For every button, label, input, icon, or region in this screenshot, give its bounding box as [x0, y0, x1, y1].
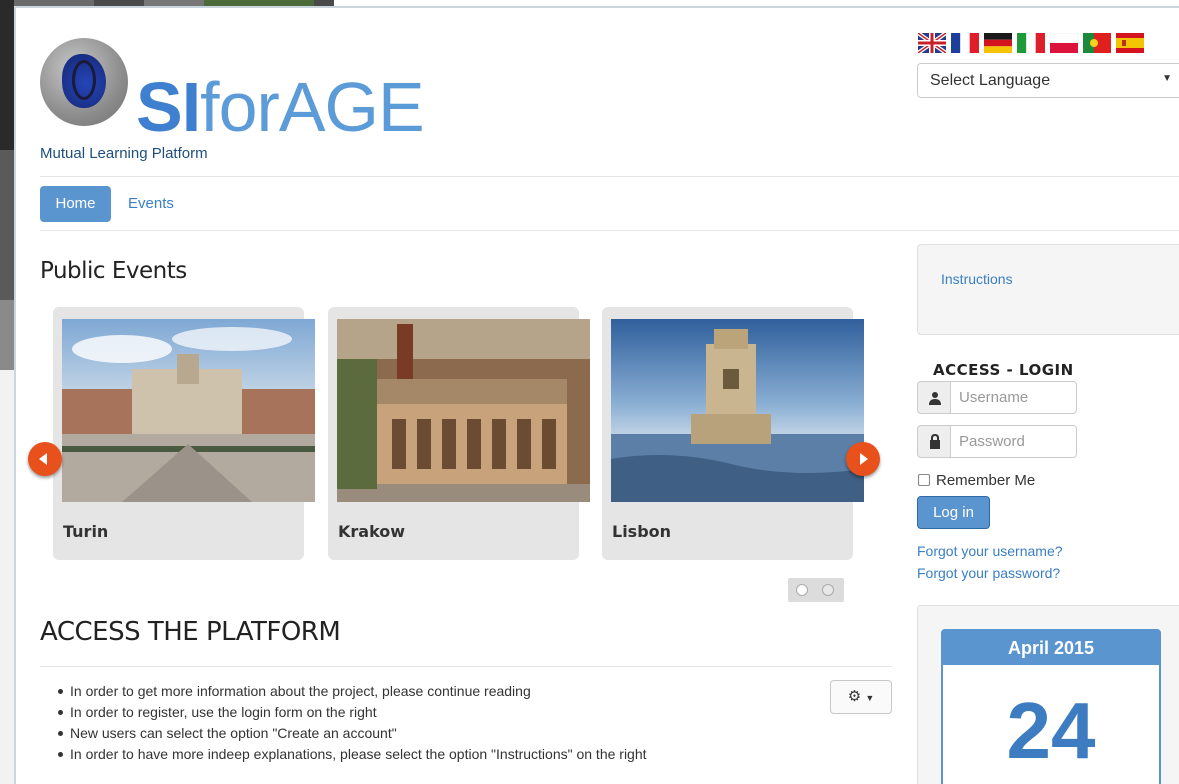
krakow-image[interactable]	[337, 319, 590, 502]
list-item: New users can select the option "Create …	[52, 724, 647, 745]
nav-home[interactable]: Home	[40, 186, 111, 222]
language-select-value: Select Language	[930, 72, 1051, 89]
gear-icon: ⚙	[847, 688, 862, 705]
germany-flag-icon[interactable]	[984, 33, 1012, 53]
background-image-strip	[0, 0, 14, 784]
remember-me[interactable]: Remember Me	[918, 472, 1035, 489]
carousel-pagination	[788, 578, 844, 602]
lock-icon	[917, 425, 951, 458]
portugal-flag-icon[interactable]	[1083, 33, 1111, 53]
calendar-day: 24	[1006, 686, 1096, 775]
site-tagline: Mutual Learning Platform	[40, 145, 208, 162]
nav-events[interactable]: Events	[128, 195, 174, 212]
carousel-next-button[interactable]	[846, 442, 880, 476]
italy-flag-icon[interactable]	[1017, 33, 1045, 53]
site-logo-text[interactable]: SIforAGE	[136, 72, 425, 142]
divider	[40, 176, 1179, 177]
login-button[interactable]: Log in	[917, 496, 990, 529]
site-logo-icon[interactable]	[40, 38, 128, 126]
password-placeholder: Password	[959, 433, 1025, 450]
public-events-title: Public Events	[40, 258, 187, 284]
login-title: ACCESS - LOGIN	[933, 361, 1074, 379]
event-card-caption: Krakow	[338, 522, 406, 541]
uk-flag-icon[interactable]	[918, 33, 946, 53]
poland-flag-icon[interactable]	[1050, 33, 1078, 53]
username-placeholder: Username	[959, 389, 1029, 406]
calendar-widget: April 2015 24	[941, 629, 1161, 784]
carousel-dot[interactable]	[822, 584, 834, 596]
access-platform-title: ACCESS THE PLATFORM	[40, 617, 341, 647]
turin-image[interactable]	[62, 319, 315, 502]
language-select[interactable]: Select Language ▼	[917, 63, 1179, 98]
list-item: In order to have more indeep explanation…	[52, 745, 647, 766]
instructions-panel: Instructions	[917, 244, 1179, 335]
event-card-caption: Turin	[63, 522, 109, 541]
carousel-prev-button[interactable]	[28, 442, 62, 476]
dropdown-arrow-icon: ▼	[1162, 73, 1172, 84]
spain-flag-icon[interactable]	[1116, 33, 1144, 53]
password-input[interactable]: Password	[950, 425, 1077, 458]
article-options-button[interactable]: ⚙ ▼	[830, 680, 892, 714]
chevron-right-icon	[860, 453, 868, 465]
user-icon	[917, 381, 951, 414]
forgot-username-link[interactable]: Forgot your username?	[917, 543, 1063, 559]
list-item: In order to register, use the login form…	[52, 703, 647, 724]
calendar-month: April 2015	[943, 631, 1159, 665]
lisbon-image[interactable]	[611, 319, 864, 502]
username-input[interactable]: Username	[950, 381, 1077, 414]
carousel-dot[interactable]	[796, 584, 808, 596]
france-flag-icon[interactable]	[951, 33, 979, 53]
remember-me-label: Remember Me	[936, 472, 1036, 489]
event-card-lisbon[interactable]: Lisbon	[602, 307, 864, 560]
instructions-link[interactable]: Instructions	[941, 271, 1013, 287]
divider	[40, 230, 1179, 231]
remember-me-checkbox[interactable]	[918, 474, 930, 486]
list-item: In order to get more information about t…	[52, 682, 647, 703]
caret-down-icon: ▼	[865, 693, 875, 703]
event-card-krakow[interactable]: Krakow	[328, 307, 590, 560]
access-info-list: In order to get more information about t…	[52, 682, 647, 766]
event-card-turin[interactable]: Turin	[53, 307, 315, 560]
chevron-left-icon	[39, 453, 47, 465]
divider	[40, 666, 892, 667]
forgot-password-link[interactable]: Forgot your password?	[917, 565, 1060, 581]
event-card-caption: Lisbon	[612, 522, 672, 541]
